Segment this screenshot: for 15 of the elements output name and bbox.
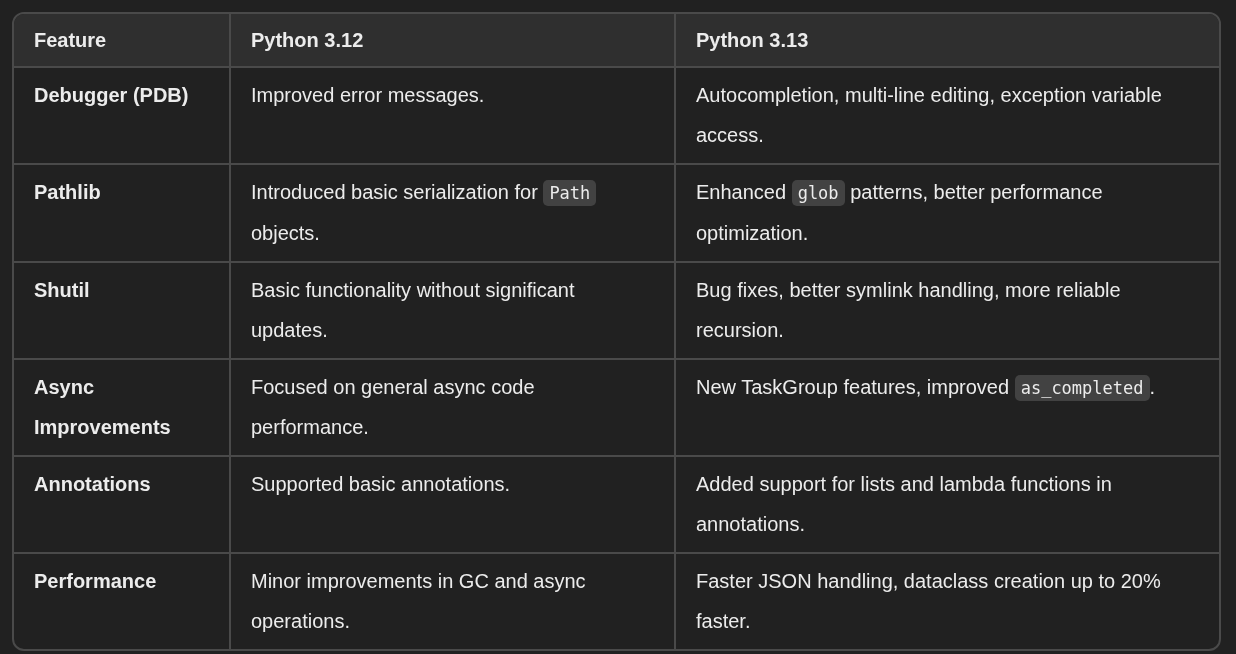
table-cell: Faster JSON handling, dataclass creation up to 20% faster.: [675, 553, 1219, 649]
table-cell: Basic functionality without significant updates.: [230, 262, 675, 359]
feature-cell: Performance: [14, 553, 230, 649]
table-cell: Supported basic annotations.: [230, 456, 675, 553]
feature-cell: Debugger (PDB): [14, 67, 230, 164]
table-cell: Improved error messages.: [230, 67, 675, 164]
feature-cell: Async Improvements: [14, 359, 230, 456]
column-header: Python 3.12: [230, 14, 675, 67]
table-cell: Focused on general async code performance.: [230, 359, 675, 456]
feature-cell: Shutil: [14, 262, 230, 359]
column-header: Feature: [14, 14, 230, 67]
table-cell: Introduced basic serialization for Path objects.: [230, 164, 675, 262]
feature-cell: Pathlib: [14, 164, 230, 262]
column-header: Python 3.13: [675, 14, 1219, 67]
feature-cell: Annotations: [14, 456, 230, 553]
